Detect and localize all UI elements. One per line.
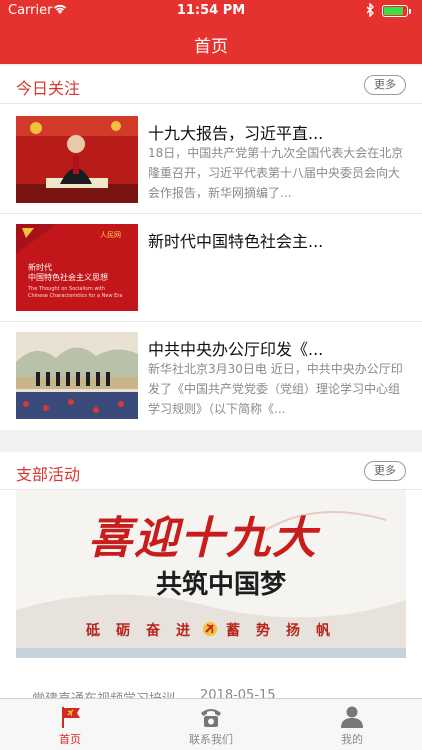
- news-title: 新时代中国特色社会主...: [148, 232, 324, 251]
- tab-contact[interactable]: 联系我们: [141, 699, 281, 750]
- section-header: 今日关注 更多: [0, 66, 422, 104]
- tab-bar: 首页 联系我们 我的: [0, 698, 422, 750]
- news-title: 十九大报告，习近平直...: [148, 124, 324, 143]
- news-item[interactable]: 十九大报告，习近平直... 18日，中国共产党第十九次全国代表大会在北京隆重召开…: [0, 106, 422, 214]
- status-bar: Carrier 11:54 PM: [0, 0, 422, 22]
- slogan-char: 砥: [86, 623, 100, 639]
- news-item[interactable]: 中共中央办公厅印发《... 新华社北京3月30日电 近日，中共中央办公厅印发了《…: [0, 322, 422, 430]
- slogan-char: 蓄: [226, 623, 240, 639]
- news-title: 中共中央办公厅印发《...: [148, 340, 324, 359]
- thumb-english-1: The Thought on Socialism with: [28, 286, 105, 292]
- slogan-char: 势: [256, 623, 270, 639]
- slogan-char: 砺: [116, 623, 130, 639]
- slogan-char: 扬: [286, 623, 300, 639]
- party-emblem-icon: [202, 621, 218, 637]
- thumb-english-2: Chinese Characteristics for a New Era: [28, 293, 123, 299]
- top-bar: Carrier 11:54 PM 首页: [0, 0, 422, 64]
- phone-icon: [197, 705, 225, 729]
- slogan-char: 进: [176, 623, 190, 639]
- news-thumbnail: [16, 332, 138, 419]
- bluetooth-icon: [365, 2, 375, 20]
- tab-mine[interactable]: 我的: [282, 699, 422, 750]
- activity-banner[interactable]: 喜迎十九大 共筑中国梦 砥 砺 奋 进 蓄 势 扬 帆: [16, 490, 406, 658]
- tab-label: 联系我们: [189, 733, 233, 746]
- banner-headline: 喜迎十九大: [88, 513, 318, 564]
- more-button[interactable]: 更多: [364, 75, 406, 95]
- section-title: 支部活动: [16, 465, 81, 484]
- slogan-char: 帆: [316, 623, 330, 639]
- battery-fill: [384, 7, 403, 15]
- slogan-char: 奋: [146, 623, 160, 639]
- thumb-heading-2: 中国特色社会主义思想: [28, 273, 108, 282]
- tab-home[interactable]: 首页: [0, 699, 140, 750]
- banner-slogan: 砥 砺 奋 进 蓄 势 扬 帆: [86, 620, 346, 639]
- news-thumbnail: [16, 116, 138, 203]
- section-title: 今日关注: [16, 79, 81, 98]
- section-header: 支部活动 更多: [0, 452, 422, 490]
- news-summary: [148, 251, 408, 311]
- news-summary: 新华社北京3月30日电 近日，中共中央办公厅印发了《中国共产党党委（党组）理论学…: [148, 362, 403, 416]
- user-icon: [338, 705, 366, 729]
- page-title: 首页: [194, 37, 228, 57]
- thumb-brand: 人民网: [100, 231, 121, 239]
- today-focus-section: 今日关注 更多 十九大报告，习近平直... 18日，中国共产党第十九次全国代表大…: [0, 66, 422, 430]
- news-thumbnail: 人民网 新时代 中国特色社会主义思想 The Thought on Social…: [16, 224, 138, 311]
- more-button[interactable]: 更多: [364, 461, 406, 481]
- banner-subline: 共筑中国梦: [156, 570, 287, 600]
- tab-label: 首页: [59, 733, 81, 746]
- news-summary: 18日，中国共产党第十九次全国代表大会在北京隆重召开，习近平代表第十八届中央委员…: [148, 146, 404, 200]
- clock: 11:54 PM: [176, 3, 246, 18]
- tab-label: 我的: [341, 733, 363, 746]
- branch-activity-section: 支部活动 更多 喜迎十九大 共筑中国梦 砥 砺 奋 进 蓄 势 扬 帆 党建直通…: [0, 452, 422, 707]
- battery-tip: [409, 9, 411, 14]
- news-item[interactable]: 人民网 新时代 中国特色社会主义思想 The Thought on Social…: [0, 214, 422, 322]
- battery-icon: [382, 5, 411, 17]
- party-flag-icon: [56, 705, 84, 729]
